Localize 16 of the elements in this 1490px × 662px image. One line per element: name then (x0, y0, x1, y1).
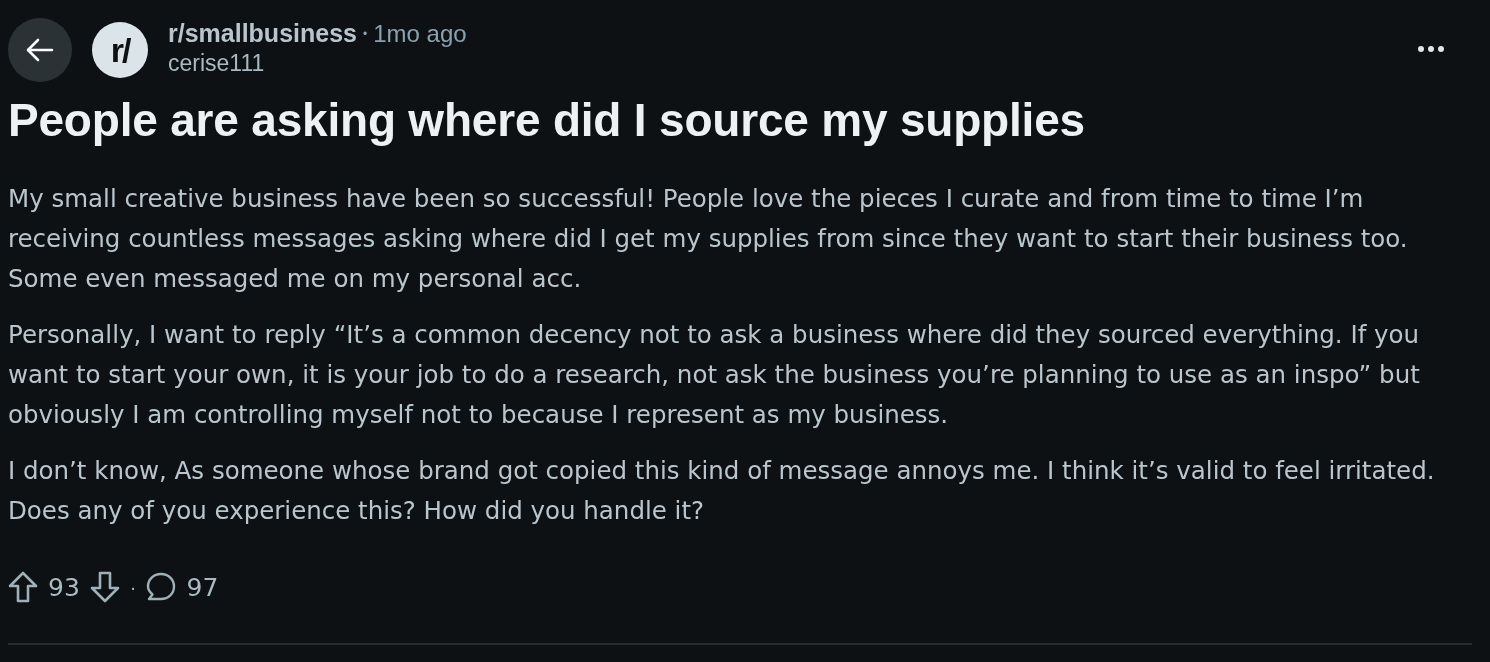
upvote-icon[interactable] (8, 571, 38, 603)
separator-dot: • (363, 26, 368, 41)
post-age: 1mo ago (373, 19, 467, 48)
post-paragraph: I don’t know, As someone whose brand got copied this kind of message annoys me. I think it’s valid to feel irritated. Does any of you experience this? How did you handle it? (8, 455, 1436, 527)
comment-count: 97 (186, 572, 219, 602)
subreddit-avatar: r/ (92, 22, 148, 78)
back-arrow-icon (26, 38, 54, 62)
author-link[interactable]: cerise111 (168, 50, 265, 77)
post-paragraph: Personally, I want to reply “It’s a common decency not to ask a business where did they sourced everything. If you want to start your own, it is your job to do a research, not ask the business you’re planning to use as an inspo” but obviously I am controlling myself not to because I represent as my business. (8, 319, 1421, 431)
post-title: People are asking where did I source my supplies (8, 93, 1086, 148)
subreddit-link[interactable]: r/smallbusiness (168, 19, 357, 48)
vote-count: 93 (48, 572, 80, 602)
comment-icon[interactable] (146, 572, 177, 602)
separator-dot: · (129, 575, 137, 599)
downvote-icon[interactable] (89, 571, 120, 603)
post-paragraph: My small creative business have been so successful! People love the pieces I curate and from time to time I’m receiving countless messages asking where did I get my supplies from since they want to start their business too. Some even messaged me on my personal acc. (8, 183, 1409, 295)
